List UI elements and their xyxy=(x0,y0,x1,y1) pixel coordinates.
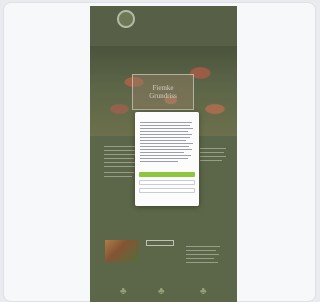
consent-text-line xyxy=(140,125,190,127)
consent-text-line xyxy=(140,158,188,160)
consent-text-line xyxy=(140,161,178,163)
consent-text-line xyxy=(140,149,192,151)
consent-tertiary-button[interactable] xyxy=(139,188,195,193)
consent-text-line xyxy=(140,146,189,148)
accept-all-button[interactable] xyxy=(139,172,195,177)
website-screenshot: Fiemke Grundriss ♣ ♣ ♣ xyxy=(90,6,237,302)
consent-secondary-button[interactable] xyxy=(139,180,195,185)
consent-text-line xyxy=(140,140,186,142)
consent-text-line xyxy=(140,155,191,157)
consent-text-line xyxy=(140,128,193,130)
consent-text-line xyxy=(140,134,192,136)
cookie-consent-dialog xyxy=(135,112,199,206)
consent-text-line xyxy=(140,143,193,145)
consent-text-line xyxy=(140,137,190,139)
consent-text-line xyxy=(140,122,192,124)
consent-text-line xyxy=(140,152,184,154)
consent-text-line xyxy=(140,131,188,133)
